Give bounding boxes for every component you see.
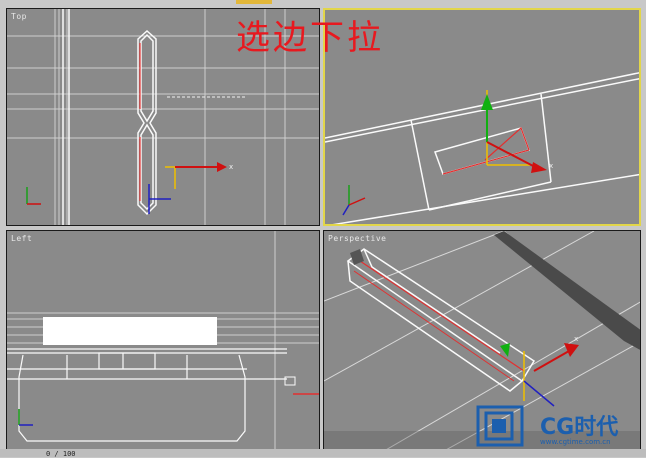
viewport-label-top[interactable]: Top [11, 12, 27, 21]
svg-text:x: x [229, 163, 233, 171]
viewport-label-left[interactable]: Left [11, 234, 32, 243]
watermark-url: www.cgtime.com.cn [540, 438, 611, 446]
instruction-headline: 选边下拉 [236, 18, 384, 58]
axis-tripod-top [26, 187, 41, 205]
axis-tripod-left [18, 409, 33, 426]
left-view-wireframe [7, 231, 319, 449]
timeline-bar[interactable] [0, 449, 646, 457]
viewport-left[interactable]: Left [6, 230, 320, 450]
watermark-name: CG时代 [540, 415, 619, 440]
axis-tripod-front [342, 185, 366, 216]
svg-text:x: x [549, 162, 553, 170]
active-tab-indicator [236, 0, 272, 4]
viewport-label-perspective[interactable]: Perspective [328, 234, 386, 243]
svg-text:x: x [574, 335, 578, 343]
